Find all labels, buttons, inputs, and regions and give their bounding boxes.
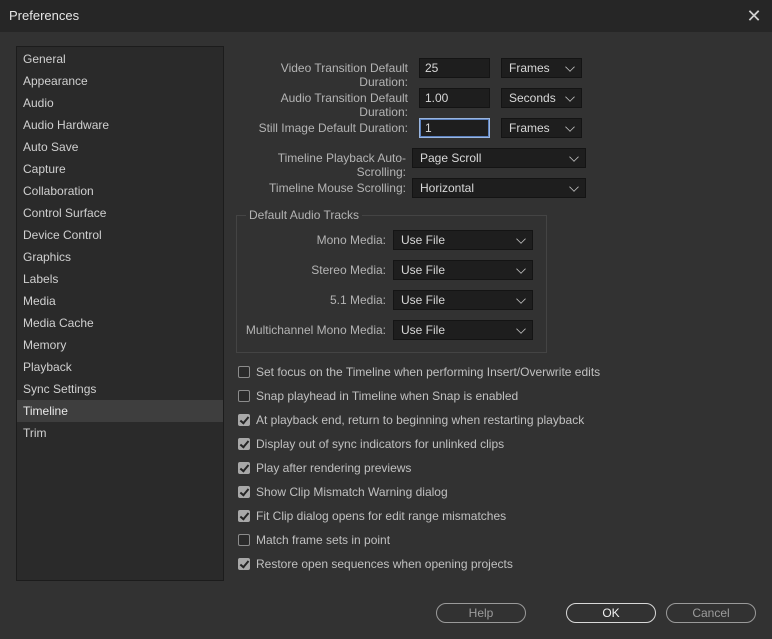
option-label: At playback end, return to beginning whe… [256,413,585,427]
window-title: Preferences [9,8,80,23]
sidebar-item-media[interactable]: Media [17,290,223,312]
sidebar-item-device-control[interactable]: Device Control [17,224,223,246]
still-image-duration-label: Still Image Default Duration: [258,121,408,135]
checkbox[interactable] [238,558,250,570]
checkbox[interactable] [238,438,250,450]
checkbox[interactable] [238,414,250,426]
five-one-media-dropdown[interactable]: Use File [393,290,533,310]
cancel-button[interactable]: Cancel [666,603,756,623]
multichannel-media-value: Use File [401,323,446,337]
mono-media-dropdown[interactable]: Use File [393,230,533,250]
ok-button[interactable]: OK [566,603,656,623]
playback-autoscroll-label: Timeline Playback Auto-Scrolling: [277,151,406,179]
audio-transition-unit-value: Seconds [509,91,556,105]
sidebar-item-timeline[interactable]: Timeline [17,400,223,422]
sidebar-item-graphics[interactable]: Graphics [17,246,223,268]
sidebar-item-memory[interactable]: Memory [17,334,223,356]
sidebar-item-labels[interactable]: Labels [17,268,223,290]
audio-transition-unit-dropdown[interactable]: Seconds [501,88,582,108]
help-button[interactable]: Help [436,603,526,623]
mono-media-label: Mono Media: [316,233,386,247]
chevron-down-icon [516,324,526,334]
chevron-down-icon [569,182,579,192]
close-icon[interactable]: ✕ [742,4,766,28]
sidebar-item-collaboration[interactable]: Collaboration [17,180,223,202]
audio-transition-duration-label: Audio Transition Default Duration: [280,91,408,119]
playback-autoscroll-dropdown[interactable]: Page Scroll [412,148,586,168]
stereo-media-dropdown[interactable]: Use File [393,260,533,280]
chevron-down-icon [569,152,579,162]
chevron-down-icon [565,92,575,102]
chevron-down-icon [565,62,575,72]
sidebar-item-auto-save[interactable]: Auto Save [17,136,223,158]
option-label: Fit Clip dialog opens for edit range mis… [256,509,507,523]
stereo-media-value: Use File [401,263,446,277]
checkbox[interactable] [238,486,250,498]
checkbox[interactable] [238,390,250,402]
sidebar-item-trim[interactable]: Trim [17,422,223,444]
sidebar-item-audio[interactable]: Audio [17,92,223,114]
five-one-media-value: Use File [401,293,446,307]
option-label: Set focus on the Timeline when performin… [256,365,601,379]
playback-autoscroll-value: Page Scroll [420,151,482,165]
checkbox[interactable] [238,510,250,522]
sidebar-item-sync-settings[interactable]: Sync Settings [17,378,223,400]
sidebar-item-audio-hardware[interactable]: Audio Hardware [17,114,223,136]
mouse-scrolling-label: Timeline Mouse Scrolling: [269,181,406,195]
checkbox[interactable] [238,366,250,378]
multichannel-media-dropdown[interactable]: Use File [393,320,533,340]
chevron-down-icon [516,294,526,304]
mouse-scrolling-value: Horizontal [420,181,475,195]
mono-media-value: Use File [401,233,446,247]
chevron-down-icon [516,264,526,274]
sidebar-item-media-cache[interactable]: Media Cache [17,312,223,334]
video-transition-unit-dropdown[interactable]: Frames [501,58,582,78]
still-image-duration-field[interactable]: 1 [419,118,490,138]
option-label: Restore open sequences when opening proj… [256,557,513,571]
checkbox[interactable] [238,462,250,474]
option-label: Display out of sync indicators for unlin… [256,437,505,451]
option-label: Match frame sets in point [256,533,391,547]
chevron-down-icon [565,122,575,132]
checkbox[interactable] [238,534,250,546]
multichannel-media-label: Multichannel Mono Media: [245,323,386,337]
preferences-sidebar: General Appearance Audio Audio Hardware … [16,46,224,581]
mouse-scrolling-dropdown[interactable]: Horizontal [412,178,586,198]
video-transition-duration-label: Video Transition Default Duration: [280,61,408,89]
video-transition-duration-field[interactable]: 25 [419,58,490,78]
title-bar: Preferences ✕ [0,0,772,32]
stereo-media-label: Stereo Media: [311,263,386,277]
sidebar-item-control-surface[interactable]: Control Surface [17,202,223,224]
sidebar-item-capture[interactable]: Capture [17,158,223,180]
sidebar-item-general[interactable]: General [17,48,223,70]
audio-transition-duration-field[interactable]: 1.00 [419,88,490,108]
option-label: Play after rendering previews [256,461,412,475]
five-one-media-label: 5.1 Media: [329,293,386,307]
video-transition-unit-value: Frames [509,61,550,75]
still-image-unit-dropdown[interactable]: Frames [501,118,582,138]
default-audio-tracks-title: Default Audio Tracks [246,208,363,222]
sidebar-item-playback[interactable]: Playback [17,356,223,378]
option-label: Snap playhead in Timeline when Snap is e… [256,389,519,403]
still-image-unit-value: Frames [509,121,550,135]
sidebar-item-appearance[interactable]: Appearance [17,70,223,92]
option-label: Show Clip Mismatch Warning dialog [256,485,448,499]
chevron-down-icon [516,234,526,244]
